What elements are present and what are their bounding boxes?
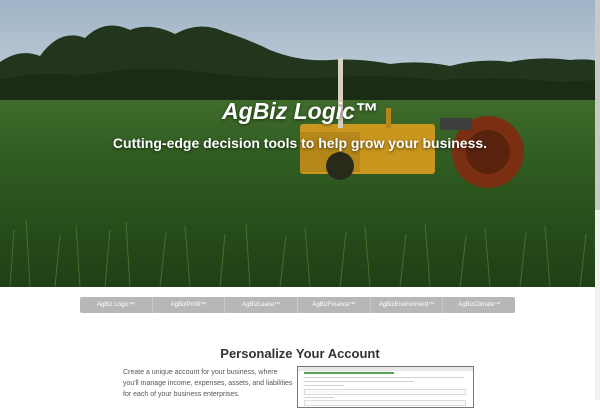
hero-banner: AgBiz Logic™ Cutting-edge decision tools… — [0, 0, 600, 287]
preview-input-field — [304, 400, 466, 406]
nav-item-agbizclimate[interactable]: AgBizClimate™ — [442, 297, 515, 313]
preview-text-line — [304, 385, 344, 386]
account-form-preview-image — [297, 366, 474, 408]
nav-item-agbizfinance[interactable]: AgBizFinance™ — [297, 297, 370, 313]
preview-step-bar — [298, 367, 473, 371]
hero-title: AgBiz Logic™ — [222, 98, 378, 124]
preview-divider — [304, 377, 464, 378]
nav-item-agbiz-logic[interactable]: AgBiz Logic™ — [80, 297, 152, 313]
preview-input-field — [304, 389, 466, 395]
product-nav: AgBiz Logic™ AgBizProfit™ AgBizLease™ Ag… — [80, 297, 515, 313]
preview-progress-bar — [304, 372, 394, 374]
preview-text-line — [304, 381, 414, 382]
hero-subtitle: Cutting-edge decision tools to help grow… — [112, 135, 488, 151]
page-scrollbar[interactable] — [595, 0, 600, 400]
section-title: Personalize Your Account — [220, 346, 380, 361]
nav-item-agbizprofit[interactable]: AgBizProfit™ — [151, 297, 225, 313]
scrollbar-thumb[interactable] — [595, 0, 600, 210]
nav-item-agbizlease[interactable]: AgBizLease™ — [224, 297, 297, 313]
nav-item-agbizenvironment[interactable]: AgBizEnvironment™ — [369, 297, 443, 313]
preview-text-line — [304, 397, 334, 398]
section-description: Create a unique account for your busines… — [123, 369, 293, 398]
